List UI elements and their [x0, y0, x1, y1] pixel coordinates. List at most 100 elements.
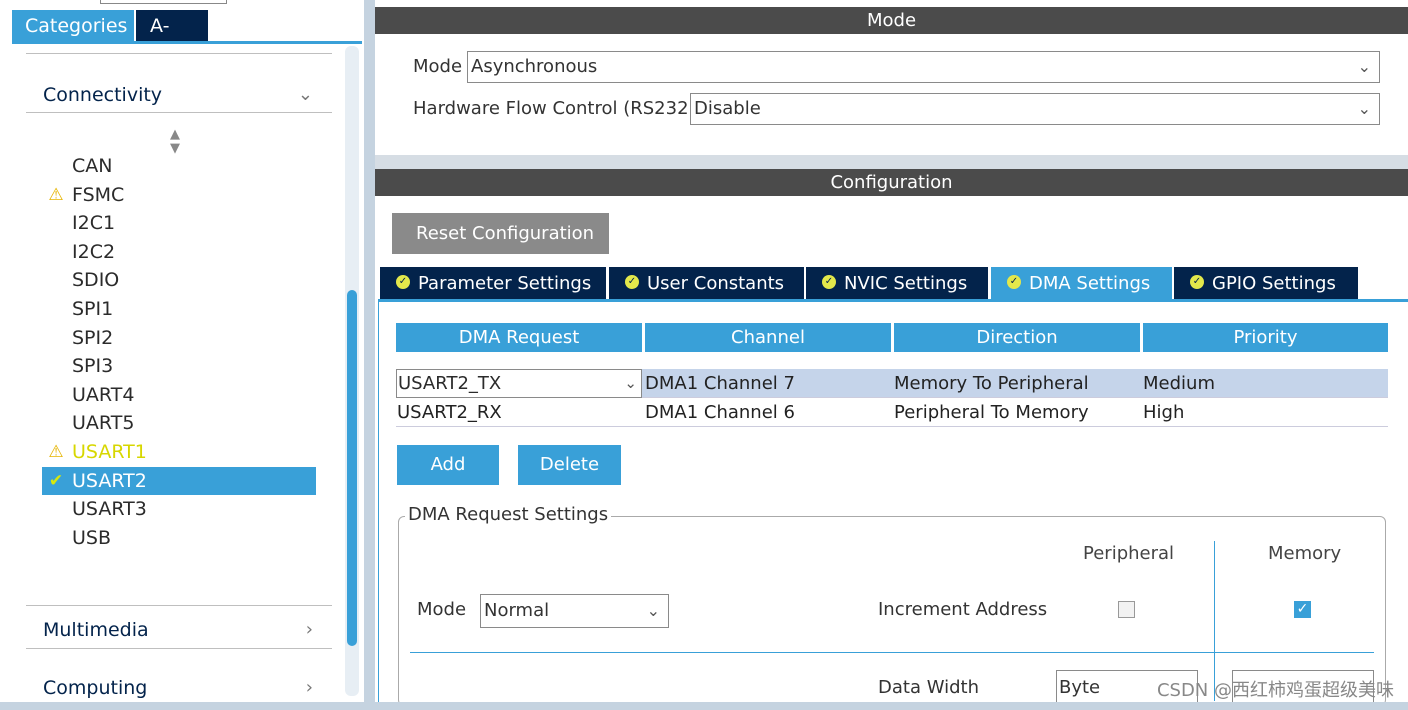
data-width-label: Data Width [878, 677, 979, 698]
tab-label: NVIC Settings [844, 273, 968, 294]
dma-mode-label: Mode [417, 599, 467, 620]
section-computing-label: Computing [43, 677, 148, 699]
dma-mode-value: Normal [484, 600, 550, 621]
section-divider [26, 53, 332, 54]
tab-label: Parameter Settings [418, 273, 592, 294]
priority-cell: High [1143, 402, 1185, 423]
chevron-right-icon: › [305, 677, 313, 698]
section-computing[interactable]: Computing › [43, 673, 323, 703]
section-divider [26, 648, 332, 649]
check-circle-icon: ✓ [1190, 275, 1204, 289]
tabs-underline [378, 299, 1408, 302]
sidebar-item-uart4[interactable]: UART4 [42, 381, 316, 409]
request-cell: USART2_RX [397, 402, 502, 423]
sidebar-item-uart5[interactable]: UART5 [42, 409, 316, 437]
scrollbar-thumb[interactable] [347, 290, 357, 646]
section-multimedia[interactable]: Multimedia › [43, 615, 323, 645]
sidebar-item-label: USB [72, 527, 112, 549]
check-circle-icon: ✓ [822, 275, 836, 289]
tab-dma-settings[interactable]: ✓ DMA Settings [991, 267, 1172, 300]
table-row[interactable]: USART2_RX DMA1 Channel 6 Peripheral To M… [396, 398, 1388, 427]
mode-select-value: Asynchronous [471, 56, 598, 77]
memory-increment-checkbox[interactable]: ✓ [1294, 601, 1311, 618]
column-header-channel[interactable]: Channel [645, 323, 891, 352]
sidebar-item-spi2[interactable]: SPI2 [42, 324, 316, 352]
peripheral-increment-checkbox[interactable] [1118, 601, 1135, 618]
column-header-dma-request[interactable]: DMA Request [396, 323, 642, 352]
left-panel: Categories A->Z Connectivity ⌄ ▲ ▼ CAN ⚠ FS… [0, 0, 364, 702]
reset-configuration-button[interactable]: Reset Configuration [392, 213, 609, 254]
delete-button[interactable]: Delete [518, 445, 621, 485]
tab-label: GPIO Settings [1212, 273, 1336, 294]
sidebar-item-spi1[interactable]: SPI1 [42, 295, 316, 323]
chevron-down-icon: ⌄ [1357, 57, 1371, 76]
channel-cell: DMA1 Channel 6 [645, 402, 795, 423]
column-header-direction[interactable]: Direction [894, 323, 1140, 352]
tab-categories[interactable]: Categories [12, 10, 134, 42]
check-circle-icon: ✓ [625, 275, 639, 289]
section-multimedia-label: Multimedia [43, 619, 149, 641]
search-box-stub[interactable] [100, 0, 227, 4]
warning-icon: ⚠ [48, 442, 64, 462]
sidebar-item-i2c2[interactable]: I2C2 [42, 238, 316, 266]
sidebar-item-label: USART1 [72, 441, 147, 463]
priority-cell: Medium [1143, 373, 1215, 394]
direction-cell: Peripheral To Memory [894, 402, 1089, 423]
dma-request-select[interactable]: USART2_TX ⌄ [396, 369, 642, 398]
sidebar-item-label: I2C1 [72, 212, 116, 234]
checkmark-icon: ✔ [48, 471, 64, 491]
tab-label: User Constants [647, 273, 785, 294]
sidebar-item-label: UART4 [72, 384, 135, 406]
check-circle-icon: ✓ [396, 275, 410, 289]
sidebar-item-label: I2C2 [72, 241, 116, 263]
sidebar-item-can[interactable]: CAN [42, 152, 316, 180]
bottom-border [0, 702, 1408, 710]
sidebar-item-label: FSMC [72, 184, 125, 206]
add-button[interactable]: Add [397, 445, 499, 485]
mode-select[interactable]: Asynchronous ⌄ [467, 51, 1380, 83]
tab-label: DMA Settings [1029, 273, 1151, 294]
tab-user-constants[interactable]: ✓ User Constants [609, 267, 804, 300]
sidebar-item-label: USART3 [72, 498, 147, 520]
tabs-underline [12, 41, 362, 44]
direction-cell: Memory To Peripheral [894, 373, 1089, 394]
check-circle-icon: ✓ [1007, 275, 1021, 289]
sidebar-item-i2c1[interactable]: I2C1 [42, 209, 316, 237]
sidebar-item-fsmc[interactable]: ⚠ FSMC [42, 181, 316, 209]
tab-nvic-settings[interactable]: ✓ NVIC Settings [806, 267, 988, 300]
sidebar-item-label: SPI1 [72, 298, 114, 320]
sidebar-item-usart2[interactable]: ✔ USART2 [42, 467, 316, 495]
section-connectivity[interactable]: Connectivity ⌄ [43, 80, 323, 110]
sidebar-item-label: SDIO [72, 269, 120, 291]
sidebar-item-spi3[interactable]: SPI3 [42, 352, 316, 380]
tab-a-to-z[interactable]: A->Z [136, 10, 208, 69]
sidebar-item-label: SPI3 [72, 355, 114, 377]
panel-splitter[interactable] [364, 0, 375, 702]
dma-mode-select[interactable]: Normal ⌄ [480, 594, 669, 628]
chevron-right-icon: › [305, 619, 313, 640]
tab-gpio-settings[interactable]: ✓ GPIO Settings [1174, 267, 1358, 300]
tab-parameter-settings[interactable]: ✓ Parameter Settings [380, 267, 606, 300]
section-connectivity-label: Connectivity [43, 84, 163, 106]
sidebar-item-sdio[interactable]: SDIO [42, 266, 316, 294]
dma-request-settings-legend: DMA Request Settings [405, 504, 612, 525]
flow-control-value: Disable [694, 98, 761, 119]
section-divider [26, 112, 332, 113]
configuration-section-title: Configuration [375, 169, 1408, 196]
sidebar-item-usart1[interactable]: ⚠ USART1 [42, 438, 316, 466]
chevron-down-icon: ⌄ [646, 601, 660, 620]
peripheral-data-width-value: Byte [1059, 677, 1101, 698]
sidebar-item-usb[interactable]: USB [42, 524, 316, 552]
section-divider [26, 605, 332, 606]
channel-cell: DMA1 Channel 7 [645, 373, 795, 394]
watermark: CSDN @西红柿鸡蛋超级美味 [1156, 680, 1394, 701]
sidebar-item-usart3[interactable]: USART3 [42, 495, 316, 523]
chevron-down-icon: ⌄ [297, 84, 313, 105]
warning-icon: ⚠ [48, 185, 64, 205]
column-header-priority[interactable]: Priority [1143, 323, 1388, 352]
sidebar-item-label: SPI2 [72, 327, 114, 349]
flow-control-select[interactable]: Disable ⌄ [690, 93, 1380, 125]
sidebar-item-label: USART2 [72, 470, 147, 492]
flow-control-label: Hardware Flow Control (RS232) [413, 98, 696, 119]
memory-column-header: Memory [1268, 543, 1342, 564]
